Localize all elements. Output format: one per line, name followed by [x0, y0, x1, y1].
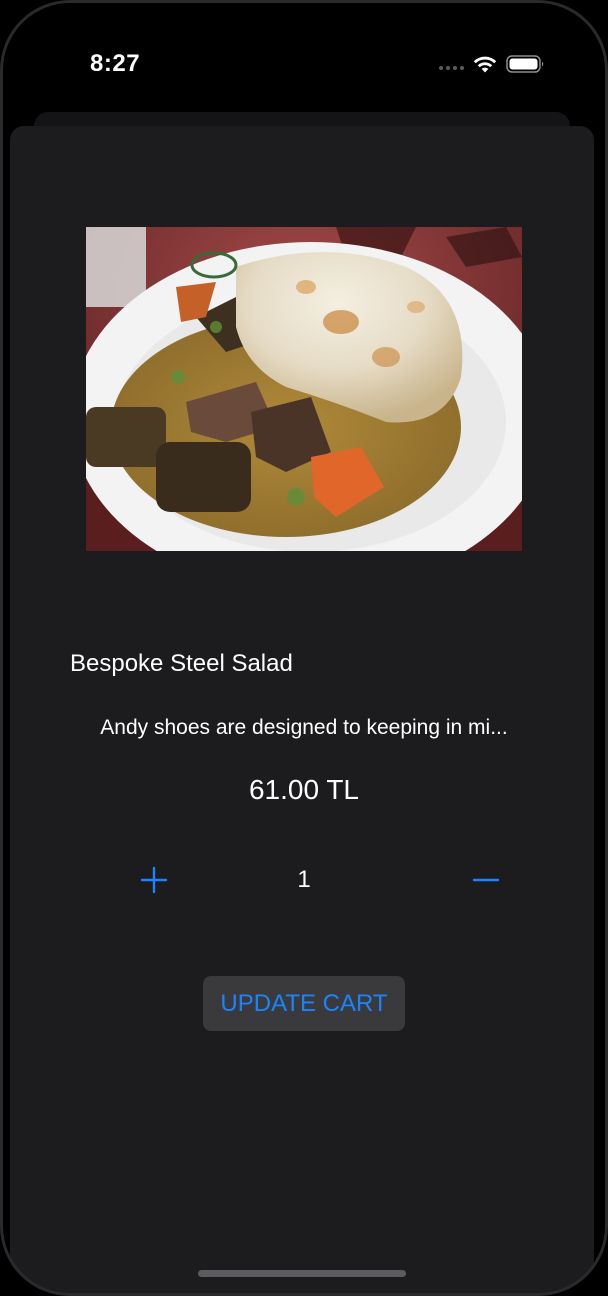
- product-image: [86, 227, 522, 551]
- plus-icon: [140, 866, 168, 894]
- status-time: 8:27: [90, 50, 141, 77]
- home-indicator[interactable]: [198, 1270, 406, 1277]
- phone-screen: 8:27 Bespoke Steel Salad Andy shoes are …: [0, 0, 608, 1296]
- product-description: Andy shoes are designed to keeping in mi…: [100, 716, 508, 739]
- decrease-quantity-button[interactable]: [470, 864, 502, 896]
- quantity-value: 1: [297, 866, 311, 893]
- product-price: 61.00 TL: [248, 774, 360, 805]
- minus-icon: [472, 878, 500, 882]
- status-indicators: [439, 54, 546, 74]
- battery-icon: [506, 55, 544, 73]
- update-cart-button[interactable]: UPDATE CART: [203, 976, 405, 1031]
- increase-quantity-button[interactable]: [138, 864, 170, 896]
- product-name: Bespoke Steel Salad: [70, 650, 293, 677]
- wifi-icon: [473, 56, 497, 73]
- cellular-signal-icon: [439, 56, 464, 72]
